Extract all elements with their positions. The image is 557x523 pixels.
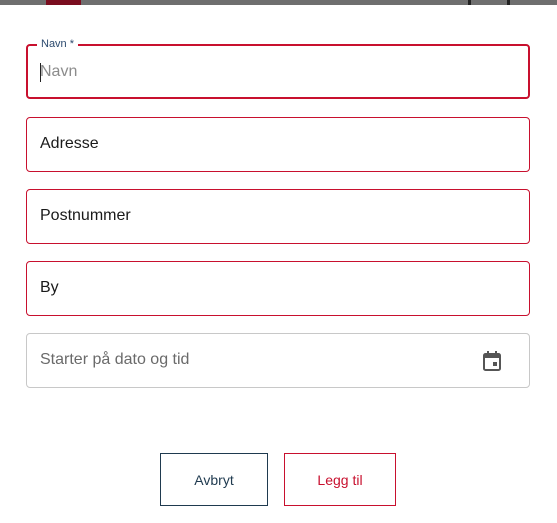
- address-field-value: Adresse: [40, 135, 99, 152]
- start-datetime-placeholder: Starter på dato og tid: [40, 351, 190, 368]
- top-bar: [0, 0, 557, 5]
- cancel-button-label: Avbryt: [194, 471, 234, 488]
- add-button[interactable]: Legg til: [284, 453, 396, 506]
- city-field-value: By: [40, 279, 59, 296]
- city-field[interactable]: By: [26, 261, 530, 316]
- start-datetime-field[interactable]: Starter på dato og tid: [26, 333, 530, 388]
- address-field[interactable]: Adresse: [26, 117, 530, 172]
- top-bar-icon: [468, 0, 510, 5]
- name-field-placeholder: Navn: [40, 63, 78, 80]
- cancel-button[interactable]: Avbryt: [160, 453, 268, 506]
- name-field[interactable]: Navn * Navn: [26, 38, 530, 99]
- calendar-icon[interactable]: [483, 351, 501, 371]
- postcode-field-value: Postnummer: [40, 207, 131, 224]
- add-button-label: Legg til: [317, 471, 363, 488]
- top-bar-accent: [46, 0, 81, 5]
- name-field-label: Navn *: [37, 38, 79, 50]
- postcode-field[interactable]: Postnummer: [26, 189, 530, 244]
